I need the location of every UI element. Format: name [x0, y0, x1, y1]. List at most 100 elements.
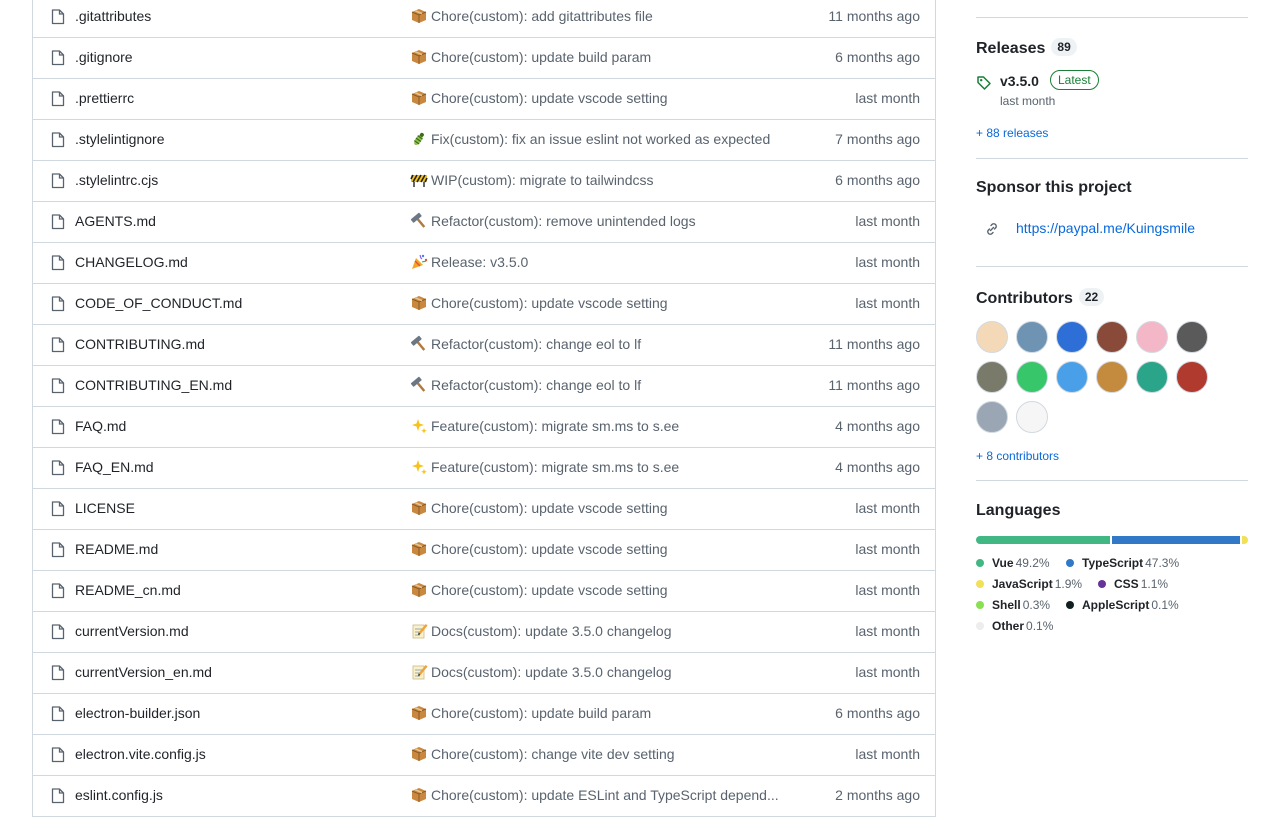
contributor-avatar[interactable] — [1136, 321, 1168, 353]
contributor-avatar[interactable] — [1016, 401, 1048, 433]
file-name-link[interactable]: .prettierrc — [75, 90, 134, 106]
package-icon — [410, 89, 428, 107]
commit-message-link[interactable]: Feature(custom): migrate sm.ms to s.ee — [431, 418, 679, 434]
file-name-link[interactable]: AGENTS.md — [75, 213, 156, 229]
commit-date: 6 months ago — [835, 172, 920, 188]
link-icon — [987, 223, 997, 235]
latest-release-version[interactable]: v3.5.0 — [1000, 73, 1039, 89]
contributor-avatar[interactable] — [1176, 361, 1208, 393]
more-releases-link[interactable]: + 88 releases — [976, 126, 1048, 140]
sidebar-divider — [976, 17, 1248, 18]
file-row[interactable]: README.md Chore(custom): update vscode se… — [33, 530, 935, 571]
file-name-link[interactable]: README_cn.md — [75, 582, 181, 598]
contributor-avatar[interactable] — [976, 361, 1008, 393]
file-row[interactable]: AGENTS.md Refactor(custom): remove uninte… — [33, 202, 935, 243]
language-dot — [1066, 559, 1074, 567]
commit-message-link[interactable]: Docs(custom): update 3.5.0 changelog — [431, 664, 671, 680]
file-row[interactable]: FAQ_EN.md Feature(custom): migrate sm.ms … — [33, 448, 935, 489]
commit-message-link[interactable]: Chore(custom): add gitattributes file — [431, 8, 653, 24]
file-name-link[interactable]: FAQ_EN.md — [75, 459, 154, 475]
file-name-link[interactable]: CHANGELOG.md — [75, 254, 188, 270]
file-name-link[interactable]: .gitattributes — [75, 8, 151, 24]
sponsor-title: Sponsor this project — [976, 179, 1132, 196]
language-item[interactable]: Other 0.1% — [976, 619, 1053, 633]
file-name-link[interactable]: FAQ.md — [75, 418, 126, 434]
file-name-link[interactable]: CONTRIBUTING_EN.md — [75, 377, 232, 393]
file-row[interactable]: LICENSE Chore(custom): update vscode sett… — [33, 489, 935, 530]
language-item[interactable]: Vue 49.2% — [976, 556, 1050, 570]
contributor-avatar[interactable] — [1056, 361, 1088, 393]
commit-message-link[interactable]: Refactor(custom): change eol to lf — [431, 336, 641, 352]
file-row[interactable]: electron.vite.config.js Chore(custom): ch… — [33, 735, 935, 776]
file-name-link[interactable]: .gitignore — [75, 49, 133, 65]
file-name-link[interactable]: README.md — [75, 541, 158, 557]
file-row[interactable]: electron-builder.json Chore(custom): upda… — [33, 694, 935, 735]
file-name-link[interactable]: electron.vite.config.js — [75, 746, 206, 762]
file-row[interactable]: currentVersion.md Docs(custom): update 3.… — [33, 612, 935, 653]
contributor-avatar[interactable] — [1136, 361, 1168, 393]
language-percent: 0.1% — [1151, 598, 1179, 612]
commit-message-link[interactable]: Docs(custom): update 3.5.0 changelog — [431, 623, 671, 639]
file-name-link[interactable]: .stylelintignore — [75, 131, 165, 147]
file-row[interactable]: .prettierrc Chore(custom): update vscode … — [33, 79, 935, 120]
commit-message-link[interactable]: Chore(custom): update vscode setting — [431, 90, 668, 106]
file-name-link[interactable]: .stylelintrc.cjs — [75, 172, 158, 188]
more-contributors-link[interactable]: + 8 contributors — [976, 449, 1059, 463]
commit-message-link[interactable]: Chore(custom): update ESLint and TypeScr… — [431, 787, 779, 803]
file-row[interactable]: currentVersion_en.md Docs(custom): update… — [33, 653, 935, 694]
file-name-link[interactable]: CODE_OF_CONDUCT.md — [75, 295, 242, 311]
commit-message-link[interactable]: Refactor(custom): change eol to lf — [431, 377, 641, 393]
releases-heading[interactable]: Releases 89 — [976, 38, 1077, 58]
commit-message-link[interactable]: Chore(custom): update vscode setting — [431, 582, 668, 598]
commit-message-link[interactable]: WIP(custom): migrate to tailwindcss — [431, 172, 654, 188]
file-row[interactable]: .gitignore Chore(custom): update build pa… — [33, 38, 935, 79]
package-icon — [410, 581, 428, 599]
file-row[interactable]: .gitattributes Chore(custom): add gitattr… — [33, 0, 935, 38]
commit-message-link[interactable]: Fix(custom): fix an issue eslint not wor… — [431, 131, 770, 147]
file-row[interactable]: CONTRIBUTING.md Refactor(custom): change … — [33, 325, 935, 366]
file-name-link[interactable]: currentVersion_en.md — [75, 664, 212, 680]
contributor-avatar[interactable] — [1056, 321, 1088, 353]
commit-message-link[interactable]: Release: v3.5.0 — [431, 254, 528, 270]
contributor-avatar[interactable] — [976, 401, 1008, 433]
commit-message-link[interactable]: Chore(custom): update vscode setting — [431, 295, 668, 311]
commit-date: 11 months ago — [828, 336, 920, 352]
contributor-avatar[interactable] — [976, 321, 1008, 353]
contributor-avatar[interactable] — [1016, 321, 1048, 353]
file-row[interactable]: FAQ.md Feature(custom): migrate sm.ms to … — [33, 407, 935, 448]
contributor-avatar[interactable] — [1016, 361, 1048, 393]
file-name-link[interactable]: CONTRIBUTING.md — [75, 336, 205, 352]
commit-message-link[interactable]: Chore(custom): update build param — [431, 705, 651, 721]
sponsor-link[interactable]: https://paypal.me/Kuingsmile — [1016, 220, 1195, 236]
contributor-avatar[interactable] — [1096, 361, 1128, 393]
file-row[interactable]: CONTRIBUTING_EN.md Refactor(custom): chan… — [33, 366, 935, 407]
file-name-link[interactable]: currentVersion.md — [75, 623, 189, 639]
commit-message-link[interactable]: Chore(custom): update vscode setting — [431, 541, 668, 557]
file-row[interactable]: .stylelintignore Fix(custom): fix an issu… — [33, 120, 935, 161]
contributors-heading[interactable]: Contributors 22 — [976, 288, 1105, 308]
file-row[interactable]: eslint.config.js Chore(custom): update ES… — [33, 776, 935, 817]
language-item[interactable]: AppleScript 0.1% — [1066, 598, 1179, 612]
file-name-link[interactable]: eslint.config.js — [75, 787, 163, 803]
file-icon — [51, 419, 65, 435]
file-row[interactable]: CODE_OF_CONDUCT.md Chore(custom): update … — [33, 284, 935, 325]
contributor-avatar[interactable] — [1176, 321, 1208, 353]
language-item[interactable]: JavaScript 1.9% — [976, 577, 1082, 591]
commit-message-link[interactable]: Feature(custom): migrate sm.ms to s.ee — [431, 459, 679, 475]
file-row[interactable]: README_cn.md Chore(custom): update vscode… — [33, 571, 935, 612]
commit-message-link[interactable]: Chore(custom): update vscode setting — [431, 500, 668, 516]
sparkles-icon — [410, 458, 428, 476]
file-name-link[interactable]: electron-builder.json — [75, 705, 200, 721]
contributor-avatar[interactable] — [1096, 321, 1128, 353]
file-name-link[interactable]: LICENSE — [75, 500, 135, 516]
commit-message-link[interactable]: Refactor(custom): remove unintended logs — [431, 213, 696, 229]
language-item[interactable]: CSS 1.1% — [1098, 577, 1168, 591]
file-row[interactable]: CHANGELOG.md Release: v3.5.0 last month — [33, 243, 935, 284]
contributors-title[interactable]: Contributors — [976, 290, 1073, 307]
commit-message-link[interactable]: Chore(custom): update build param — [431, 49, 651, 65]
file-row[interactable]: .stylelintrc.cjs WIP(custom): migrate to … — [33, 161, 935, 202]
language-item[interactable]: Shell 0.3% — [976, 598, 1050, 612]
releases-title[interactable]: Releases — [976, 40, 1045, 57]
language-item[interactable]: TypeScript 47.3% — [1066, 556, 1179, 570]
commit-message-link[interactable]: Chore(custom): change vite dev setting — [431, 746, 675, 762]
